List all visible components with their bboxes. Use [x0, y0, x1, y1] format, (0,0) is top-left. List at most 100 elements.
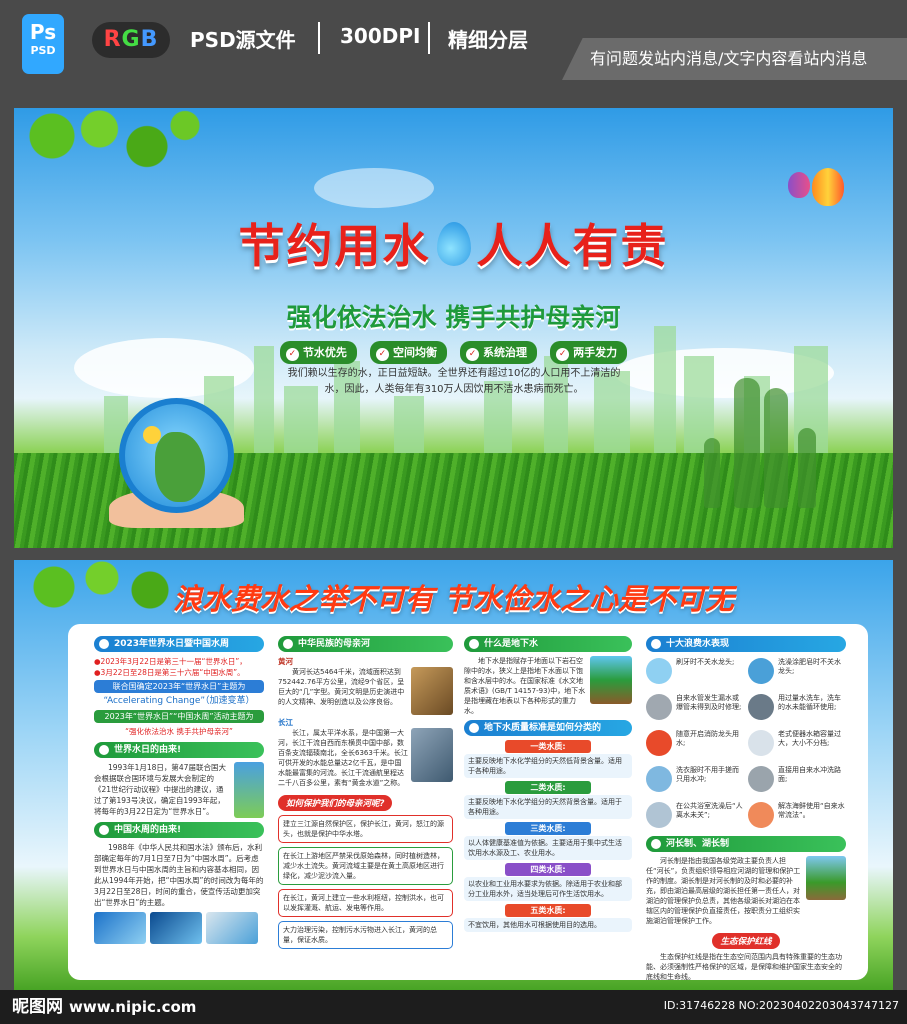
intro-line: 我们赖以生存的水，正日益短缺。全世界还有超过10亿的人口用不上清洁的 — [287, 368, 621, 379]
paragraph: 1988年《中华人民共和国水法》颁布后，水利部确定每年的7月1日至7日为“中国水… — [94, 843, 264, 907]
site-url: www.nipic.com — [69, 998, 197, 1016]
waste-text: 用过量水洗车，洗车的水未能循环使用; — [778, 694, 841, 711]
ps-logo-text: Ps — [29, 20, 57, 44]
redline-wrap: 生态保护红线 — [646, 929, 846, 949]
origin-block: 1993年1月18日，第47届联合国大会根据联合国环境与发展大会制定的《21世纪… — [94, 762, 264, 818]
cloud — [314, 168, 434, 208]
class-text: 主要反映地下水化学组分的天然低背景含量。适用于各种用途。 — [464, 754, 632, 778]
paragraph: 河长制是指由我国各级党政主要负责人担任“河长”，负责组织领导相应河湖的管理和保护… — [646, 857, 801, 925]
waste-item: 自来水管发生漏水或爆管未得到及时修理; — [646, 694, 744, 726]
protection-item: 大力治理污染，控制污水污物进入长江，黄河的总量，保证水质。 — [278, 921, 453, 949]
photo — [94, 912, 146, 944]
poster-top: 节约用水 人人有责 强化依法治水 携手共护母亲河 ✓ 节水优先 ✓ 空间均衡 ✓ 系统治… — [14, 108, 893, 548]
waste-text: 洗衣服时不用手搓而只用水冲; — [676, 766, 739, 783]
site-watermark: 昵图网 www.nipic.com — [12, 992, 196, 1017]
content-board: 2023年世界水日暨中国水周 ●2023年3月22日是第三十一届“世界水日”， … — [68, 624, 868, 982]
laundry-icon — [646, 766, 672, 792]
balloon-icon — [812, 168, 844, 206]
image-row — [94, 912, 264, 944]
protection-item: 在长江上游地区严禁采伐原始森林，同时植树造林，减少水土流失。黄河流域主要是在黄土… — [278, 847, 453, 885]
theme-text: “Accelerating Change”（加速变革） — [103, 696, 255, 706]
column-groundwater: 什么是地下水 地下水是指赋存于地面以下岩石空隙中的水，狭义上是指地下水面以下饱和… — [464, 636, 632, 932]
badge-label: 节水优先 — [302, 346, 347, 359]
question-wrap: 如何保护我们的母亲河呢? — [278, 791, 453, 811]
landscape-icon — [806, 856, 846, 900]
waste-item: 在公共浴室洗澡后“人离水未关”; — [646, 802, 744, 834]
class-tag: 五类水质: — [505, 904, 591, 917]
waste-item: 用过量水洗车，洗车的水未能循环使用; — [748, 694, 846, 726]
waste-text: 刷牙时不关水龙头; — [676, 658, 735, 666]
hydrant-icon — [646, 730, 672, 756]
theme-box: 2023年“世界水日”“中国水周”活动主题为 — [94, 710, 264, 723]
section-header: 中华民族的母亲河 — [278, 636, 453, 652]
site-name: 昵图网 — [12, 997, 63, 1017]
sun-icon — [143, 426, 161, 444]
check-icon: ✓ — [556, 348, 570, 361]
image-id: ID:31746228 NO:20230402203043747127 — [663, 999, 899, 1012]
waste-text: 直接用自来水冲洗路面; — [778, 766, 841, 783]
waste-item: 解冻海鲜使用“自来水常流法”。 — [748, 802, 846, 834]
photoshop-logo-icon: Ps PSD — [22, 14, 64, 74]
paragraph: 黄河长达5464千米，流域面积达到752442.76平方公里，流经9个省区，呈巨… — [278, 668, 405, 706]
badge-label: 空间均衡 — [392, 346, 437, 359]
text-line: ●3月22日至28日是第三十六届“中国水周”。 — [94, 668, 245, 677]
column-waste: 十大浪费水表现 刷牙时不关水龙头; 洗澡涂肥皂时不关水龙头; 自来水管发生漏水或… — [646, 636, 846, 982]
changjiang-block: 长江，属太平洋水系，是中国第一大河，长江干流自西而东横贯中国中部，数百条支流辐辏… — [278, 728, 453, 788]
column-mother-river: 中华民族的母亲河 黄河 黄河长达5464千米，流域面积达到752442.76平方… — [278, 636, 453, 953]
separator — [318, 22, 320, 54]
bath-icon — [646, 802, 672, 828]
leaves-decoration — [14, 108, 204, 178]
faucet-image — [234, 762, 264, 818]
subtitle: 强化依法治水 携手共护母亲河 — [286, 303, 621, 332]
class-text: 以农业和工业用水要求为依据。除适用于农业和部分工业用水外，适当处理后可作生活饮用… — [464, 877, 632, 901]
yangtze-photo — [411, 728, 453, 782]
waste-text: 洗澡涂肥皂时不关水龙头; — [778, 658, 841, 675]
globe-illustration — [109, 398, 244, 528]
badge: ✓ 节水优先 — [279, 341, 357, 364]
class-text: 不宜饮用，其他用水可根据使用目的选用。 — [464, 918, 632, 932]
balloon-icon — [788, 172, 810, 198]
psd-label: PSD源文件 — [190, 28, 296, 52]
class-tag: 二类水质: — [505, 781, 591, 794]
question-header: 如何保护我们的母亲河呢? — [278, 795, 393, 811]
badge-label: 两手发力 — [573, 346, 618, 359]
main-title: 节约用水 人人有责 — [14, 210, 893, 276]
class-text: 以人体健康基准值为依据。主要适用于集中式生活饮用水水源及工、农业用水。 — [464, 836, 632, 860]
check-icon: ✓ — [466, 348, 480, 361]
class-text: 主要反映地下水化学组分的天然背景含量。适用于各种用途。 — [464, 795, 632, 819]
waste-item: 刷牙时不关水龙头; — [646, 658, 744, 690]
protection-item: 在长江，黄河上建立一些水利枢纽，控制洪水，也可以发挥灌溉、航运、发电等作用。 — [278, 889, 453, 917]
waste-text: 随意开启消防龙头用水; — [676, 730, 739, 747]
river-chief-block: 河长制是指由我国各级党政主要负责人担任“河长”，负责组织领导相应河湖的管理和保护… — [646, 856, 846, 926]
section-header: 十大浪费水表现 — [646, 636, 846, 652]
dpi-label: 300DPI — [340, 24, 421, 48]
waste-text: 在公共浴室洗澡后“人离水未关”; — [676, 802, 743, 819]
badge: ✓ 空间均衡 — [369, 341, 447, 364]
earth-layer-icon — [590, 656, 632, 704]
land-shape — [155, 432, 205, 502]
badge: ✓ 系统治理 — [460, 341, 538, 364]
check-icon: ✓ — [285, 348, 299, 361]
psd-logo-text: PSD — [30, 44, 56, 57]
rgb-badge: RGB — [92, 22, 170, 58]
paragraph: 生态保护红线是指在生态空间范围内具有特殊重要的生态功能、必须强制性严格保护的区域… — [646, 953, 842, 981]
rgb-g: G — [121, 27, 141, 52]
title-left: 节约用水 — [238, 219, 431, 273]
section-header: 世界水日的由来! — [94, 742, 264, 758]
paragraph: 长江，属太平洋水系，是中国第一大河，长江干流自西而东横贯中国中部，数百条支流辐辏… — [278, 729, 408, 787]
slogan: 浪水费水之举不可有 节水俭水之心是不可无 — [172, 582, 735, 616]
section-header: 地下水质量标准是如何分类的 — [464, 720, 632, 736]
car-wash-icon — [748, 694, 774, 720]
huanghe-block: 黄河长达5464千米，流域面积达到752442.76平方公里，流经9个省区，呈巨… — [278, 667, 453, 715]
waste-item: 随意开启消防龙头用水; — [646, 730, 744, 762]
paragraph: 地下水是指赋存于地面以下岩石空隙中的水，狭义上是指地下水面以下饱和含水层中的水。… — [464, 657, 586, 715]
photo — [206, 912, 258, 944]
figure — [734, 378, 760, 508]
shower-icon — [748, 658, 774, 684]
section-header: 2023年世界水日暨中国水周 — [94, 636, 264, 652]
waste-item: 直接用自来水冲洗路面; — [748, 766, 846, 798]
waste-item: 洗澡涂肥皂时不关水龙头; — [748, 658, 846, 690]
section-header: 中国水周的由来! — [94, 822, 264, 838]
figure — [704, 438, 720, 508]
photo — [150, 912, 202, 944]
